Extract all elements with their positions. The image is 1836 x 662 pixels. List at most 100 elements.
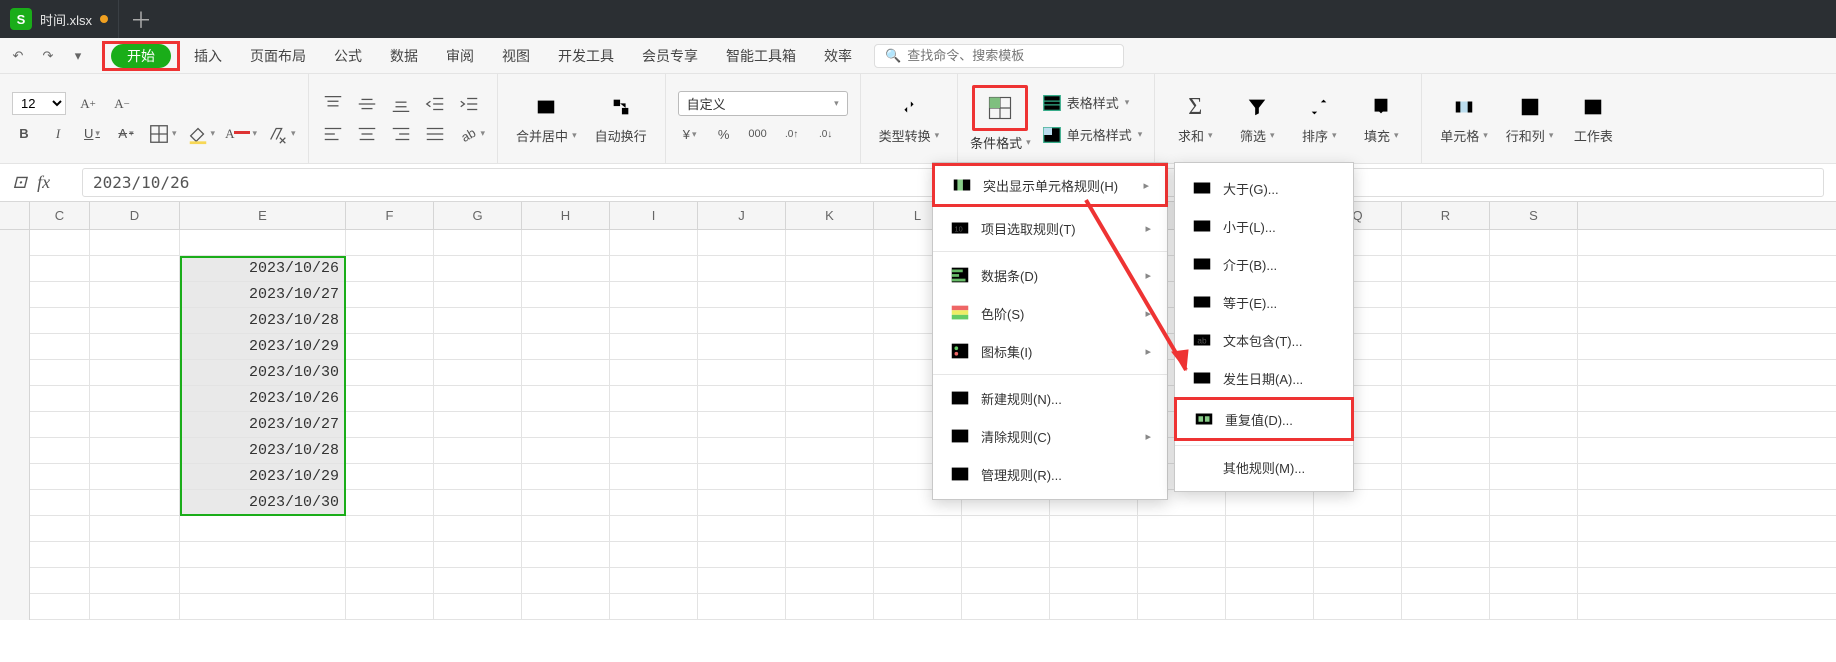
cell[interactable] bbox=[698, 568, 786, 593]
cell[interactable] bbox=[30, 594, 90, 619]
cell[interactable] bbox=[90, 438, 180, 463]
cell[interactable] bbox=[1050, 568, 1138, 593]
cell[interactable] bbox=[90, 516, 180, 541]
align-center-icon[interactable] bbox=[355, 122, 379, 146]
currency-icon[interactable]: ¥▾ bbox=[678, 122, 702, 146]
cell[interactable] bbox=[698, 308, 786, 333]
cell[interactable] bbox=[1490, 308, 1578, 333]
cell[interactable]: 2023/10/28 bbox=[180, 438, 346, 463]
cell[interactable] bbox=[90, 464, 180, 489]
column-header-J[interactable]: J bbox=[698, 202, 786, 229]
cell[interactable] bbox=[90, 594, 180, 619]
cell[interactable] bbox=[1402, 282, 1490, 307]
menu-equal-to[interactable]: 等于(E)... bbox=[1175, 283, 1353, 321]
cell[interactable] bbox=[1490, 542, 1578, 567]
fill-color-icon[interactable]: ▾ bbox=[187, 122, 216, 146]
cell[interactable] bbox=[30, 412, 90, 437]
cell[interactable] bbox=[434, 230, 522, 255]
cell[interactable] bbox=[1490, 412, 1578, 437]
cell[interactable] bbox=[90, 568, 180, 593]
cell[interactable] bbox=[522, 464, 610, 489]
cell[interactable] bbox=[346, 256, 434, 281]
cell[interactable] bbox=[1050, 516, 1138, 541]
column-header-E[interactable]: E bbox=[180, 202, 346, 229]
cell[interactable] bbox=[1402, 308, 1490, 333]
cell[interactable] bbox=[434, 308, 522, 333]
cell[interactable] bbox=[610, 516, 698, 541]
cell[interactable] bbox=[1314, 490, 1402, 515]
cell[interactable] bbox=[30, 490, 90, 515]
cell[interactable] bbox=[346, 360, 434, 385]
cell[interactable] bbox=[698, 334, 786, 359]
cell[interactable] bbox=[346, 516, 434, 541]
cell[interactable] bbox=[610, 360, 698, 385]
cell[interactable] bbox=[522, 438, 610, 463]
cell[interactable] bbox=[1490, 386, 1578, 411]
cell[interactable] bbox=[1226, 568, 1314, 593]
cell[interactable] bbox=[1050, 594, 1138, 619]
cell[interactable] bbox=[698, 386, 786, 411]
number-format-selector[interactable]: 自定义 ▾ bbox=[678, 91, 848, 116]
cell[interactable] bbox=[346, 230, 434, 255]
distribute-icon[interactable] bbox=[423, 122, 447, 146]
cell[interactable] bbox=[610, 256, 698, 281]
filter-button[interactable]: 筛选▾ bbox=[1229, 74, 1285, 163]
cell[interactable] bbox=[1490, 516, 1578, 541]
cell[interactable] bbox=[1490, 256, 1578, 281]
conditional-format-icon[interactable] bbox=[979, 90, 1021, 126]
cell[interactable] bbox=[30, 230, 90, 255]
fill-button[interactable]: 填充▾ bbox=[1353, 74, 1409, 163]
cell[interactable] bbox=[434, 490, 522, 515]
bold-icon[interactable]: B bbox=[12, 122, 36, 146]
tab-formula[interactable]: 公式 bbox=[320, 38, 376, 73]
cell[interactable] bbox=[1490, 568, 1578, 593]
column-header-K[interactable]: K bbox=[786, 202, 874, 229]
cell[interactable] bbox=[180, 594, 346, 619]
fx-icon[interactable]: fx bbox=[37, 172, 50, 193]
cell[interactable] bbox=[180, 568, 346, 593]
cell[interactable] bbox=[1226, 594, 1314, 619]
align-right-icon[interactable] bbox=[389, 122, 413, 146]
cell[interactable]: 2023/10/26 bbox=[180, 386, 346, 411]
cell[interactable] bbox=[786, 464, 874, 489]
cell[interactable] bbox=[90, 256, 180, 281]
cell[interactable] bbox=[434, 464, 522, 489]
column-header-C[interactable]: C bbox=[30, 202, 90, 229]
cell[interactable] bbox=[434, 282, 522, 307]
cell[interactable] bbox=[522, 412, 610, 437]
cell[interactable] bbox=[874, 568, 962, 593]
thousands-icon[interactable]: 000 bbox=[746, 122, 770, 146]
cell[interactable] bbox=[30, 542, 90, 567]
indent-increase-icon[interactable] bbox=[457, 92, 481, 116]
cell[interactable] bbox=[434, 542, 522, 567]
cell[interactable] bbox=[1402, 490, 1490, 515]
cell[interactable] bbox=[90, 360, 180, 385]
tab-insert[interactable]: 插入 bbox=[180, 38, 236, 73]
cell[interactable] bbox=[90, 412, 180, 437]
cell[interactable] bbox=[1490, 438, 1578, 463]
cell[interactable] bbox=[434, 256, 522, 281]
font-color-icon[interactable]: A▾ bbox=[225, 122, 257, 146]
cell[interactable] bbox=[1490, 360, 1578, 385]
cell[interactable] bbox=[346, 334, 434, 359]
cell[interactable] bbox=[962, 516, 1050, 541]
align-left-icon[interactable] bbox=[321, 122, 345, 146]
cell[interactable] bbox=[698, 360, 786, 385]
worksheet-button[interactable]: 工作表 bbox=[1565, 74, 1621, 163]
cell[interactable] bbox=[522, 230, 610, 255]
cell[interactable] bbox=[610, 594, 698, 619]
cell[interactable] bbox=[1402, 438, 1490, 463]
cell[interactable] bbox=[1138, 568, 1226, 593]
cell[interactable] bbox=[434, 594, 522, 619]
cell[interactable] bbox=[962, 568, 1050, 593]
cell[interactable]: 2023/10/30 bbox=[180, 360, 346, 385]
cell[interactable] bbox=[434, 360, 522, 385]
cell[interactable] bbox=[1402, 516, 1490, 541]
cell[interactable] bbox=[522, 594, 610, 619]
cell[interactable] bbox=[874, 594, 962, 619]
type-convert-button[interactable]: 类型转换▾ bbox=[873, 74, 946, 163]
cell[interactable] bbox=[1490, 282, 1578, 307]
indent-decrease-icon[interactable] bbox=[423, 92, 447, 116]
menu-duplicate-values[interactable]: 重复值(D)... bbox=[1177, 400, 1351, 438]
cell[interactable] bbox=[1490, 490, 1578, 515]
